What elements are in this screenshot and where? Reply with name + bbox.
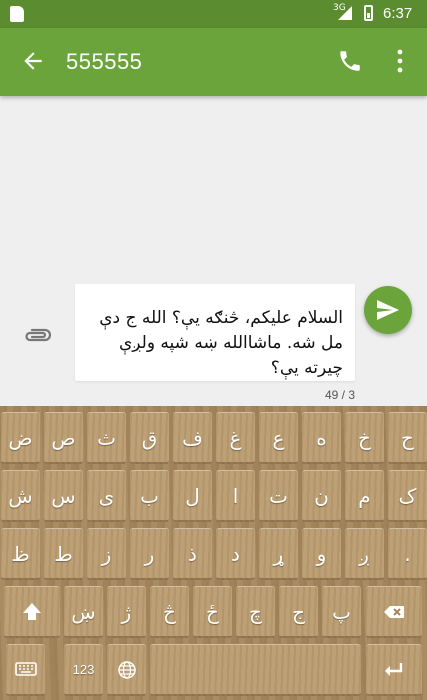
key[interactable]: س [44, 470, 83, 522]
key[interactable]: ر [130, 528, 169, 580]
emoji-keyboard-key[interactable] [6, 644, 45, 696]
key[interactable]: د [216, 528, 255, 580]
key[interactable]: خ [345, 412, 384, 464]
more-options-icon[interactable] [395, 48, 405, 74]
key[interactable]: ځ [193, 586, 232, 638]
globe-icon [117, 660, 136, 679]
attachment-icon[interactable] [23, 328, 51, 342]
key[interactable]: ص [44, 412, 83, 464]
key[interactable]: و [302, 528, 341, 580]
key[interactable]: ژ [107, 586, 146, 638]
key[interactable]: ړ [259, 528, 298, 580]
space-key[interactable] [150, 644, 361, 696]
key[interactable]: ښ [64, 586, 103, 638]
key[interactable]: ش [1, 470, 40, 522]
key[interactable]: ږ [345, 528, 384, 580]
key[interactable]: ن [302, 470, 341, 522]
send-icon [377, 300, 399, 320]
clock: 6:37 [383, 5, 413, 22]
key[interactable]: ع [259, 412, 298, 464]
key[interactable]: ظ [1, 528, 40, 580]
character-counter: 49 / 3 [324, 388, 355, 402]
language-key[interactable] [107, 644, 146, 696]
status-bar: 3G 6:37 [0, 0, 427, 28]
phone-icon[interactable] [337, 48, 363, 74]
send-button[interactable] [364, 286, 412, 334]
key[interactable]: ب [130, 470, 169, 522]
key[interactable]: م [345, 470, 384, 522]
key[interactable]: ل [173, 470, 212, 522]
compose-message-field[interactable]: السلام علیکم، څنګه یې؟ الله ج دې مل شه. … [75, 284, 355, 381]
keyboard-icon [14, 661, 37, 676]
key[interactable]: ک [388, 470, 427, 522]
key[interactable]: ح [388, 412, 427, 464]
app-bar: 555555 [0, 28, 427, 96]
key[interactable]: غ [216, 412, 255, 464]
key[interactable]: ف [173, 412, 212, 464]
key[interactable]: چ [236, 586, 275, 638]
battery-icon [364, 5, 373, 21]
sd-card-icon [10, 6, 24, 22]
key[interactable]: ط [44, 528, 83, 580]
key[interactable]: ز [87, 528, 126, 580]
shift-icon [23, 602, 41, 620]
keyboard: ح خ ه ع غ ف ق ث ص ض ک م ن ت ا ل ب ی س ش … [0, 406, 427, 700]
key[interactable]: ض [1, 412, 40, 464]
enter-key[interactable] [366, 644, 422, 696]
backspace-key[interactable] [366, 586, 422, 638]
key[interactable]: ذ [173, 528, 212, 580]
key[interactable]: ی [87, 470, 126, 522]
enter-icon [385, 662, 403, 676]
contact-title: 555555 [66, 49, 143, 74]
message-text[interactable]: السلام علیکم، څنګه یې؟ الله ج دې مل شه. … [77, 306, 343, 381]
key[interactable]: ث [87, 412, 126, 464]
key[interactable]: څ [150, 586, 189, 638]
conversation-area: السلام علیکم، څنګه یې؟ الله ج دې مل شه. … [0, 96, 427, 406]
key[interactable]: . [388, 528, 427, 580]
key[interactable]: ا [216, 470, 255, 522]
key[interactable]: ه [302, 412, 341, 464]
back-arrow-icon[interactable] [20, 48, 46, 74]
key[interactable]: ج [279, 586, 318, 638]
backspace-icon [384, 605, 404, 618]
signal-icon [338, 6, 352, 20]
key[interactable]: ق [130, 412, 169, 464]
key[interactable]: پ [322, 586, 361, 638]
key[interactable]: ت [259, 470, 298, 522]
numbers-key[interactable]: 123 [64, 644, 103, 696]
shift-key[interactable] [4, 586, 60, 638]
